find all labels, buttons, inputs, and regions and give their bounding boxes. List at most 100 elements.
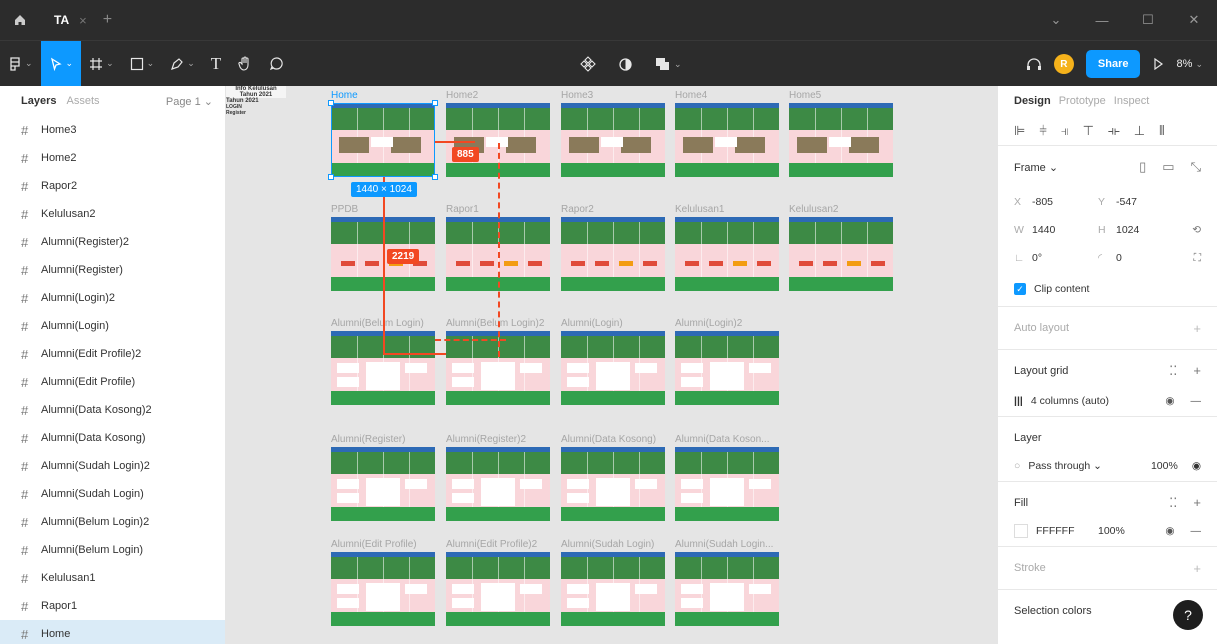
frame-label[interactable]: Home2 [446, 90, 478, 101]
align-top-icon[interactable]: ⊤ [1083, 123, 1094, 139]
frame-thumbnail[interactable] [675, 103, 779, 177]
maximize-icon[interactable]: ☐ [1125, 12, 1171, 28]
layer-item[interactable]: # Alumni(Register)2 [0, 228, 225, 256]
frame-thumbnail[interactable] [789, 103, 893, 177]
layer-item[interactable]: # Alumni(Belum Login)2 [0, 508, 225, 536]
layer-item[interactable]: # Home [0, 620, 225, 644]
layer-item[interactable]: # Alumni(Belum Login) [0, 536, 225, 564]
layer-item[interactable]: # Rapor1 [0, 592, 225, 620]
layer-item[interactable]: # Kelulusan1 [0, 564, 225, 592]
x-field[interactable]: -805 [1032, 196, 1098, 208]
align-left-icon[interactable]: ⊫ [1014, 123, 1025, 139]
fill-eye-icon[interactable]: ◉ [1165, 525, 1174, 537]
frame-label[interactable]: Alumni(Register)2 [446, 434, 526, 445]
frame-label[interactable]: Rapor2 [561, 204, 594, 215]
remove-fill-icon[interactable]: — [1191, 525, 1202, 537]
frame-thumbnail[interactable] [561, 447, 665, 521]
zoom-level[interactable]: 8% ⌄ [1176, 58, 1203, 70]
new-tab-icon[interactable]: + [97, 11, 118, 29]
comment-tool-button[interactable] [261, 41, 292, 87]
align-bottom-icon[interactable]: ⊥ [1134, 123, 1145, 139]
layer-item[interactable]: # Rapor2 [0, 172, 225, 200]
grid-styles-icon[interactable]: ⁚⁚ [1169, 363, 1177, 379]
resize-handle[interactable] [328, 100, 334, 106]
share-button[interactable]: Share [1085, 50, 1141, 78]
layer-item[interactable]: # Home3 [0, 116, 225, 144]
frame-thumbnail[interactable] [789, 217, 893, 291]
frame-label[interactable]: Alumni(Login) [561, 318, 623, 329]
canvas[interactable]: Home Home2 Home3 Home4 Home5 PPDB Rapor1 Rapor2… [226, 86, 997, 644]
constrain-proportions-icon[interactable]: ⟲ [1192, 224, 1201, 236]
frame-thumbnail[interactable] [446, 552, 550, 626]
frame-label[interactable]: Home4 [675, 90, 707, 101]
layer-item[interactable]: # Alumni(Login)2 [0, 284, 225, 312]
pen-tool-button[interactable]: ⌄ [162, 41, 203, 87]
frame-tool-button[interactable]: ⌄ [81, 41, 122, 87]
align-right-icon[interactable]: ⫣ [1061, 123, 1069, 139]
minimize-icon[interactable]: — [1079, 13, 1125, 28]
mask-icon[interactable] [618, 57, 633, 72]
radius-field[interactable]: 0 [1116, 252, 1182, 264]
eye-icon[interactable]: ◉ [1165, 395, 1174, 407]
frame-thumbnail[interactable] [675, 447, 779, 521]
hand-tool-button[interactable] [229, 41, 261, 87]
frame-thumbnail[interactable] [561, 217, 665, 291]
layer-item[interactable]: # Alumni(Edit Profile) [0, 368, 225, 396]
close-tab-icon[interactable]: × [79, 13, 87, 28]
frame-label[interactable]: Alumni(Register) [331, 434, 405, 445]
frame-label[interactable]: Home3 [561, 90, 593, 101]
blend-mode-select[interactable]: Pass through ⌄ [1028, 460, 1102, 472]
layer-item[interactable]: # Alumni(Sudah Login)2 [0, 452, 225, 480]
add-grid-icon[interactable]: + [1193, 363, 1201, 379]
file-tab[interactable]: TA × [40, 0, 97, 40]
distribute-icon[interactable]: ⦀ [1159, 123, 1165, 139]
frame-label[interactable]: Alumni(Sudah Login) [561, 539, 654, 550]
chevron-down-icon[interactable]: ⌄ [1033, 12, 1079, 28]
layer-item[interactable]: # Alumni(Data Kosong) [0, 424, 225, 452]
layer-item[interactable]: # Alumni(Sudah Login) [0, 480, 225, 508]
frame-label[interactable]: Alumni(Data Koson... [675, 434, 770, 445]
grid-value[interactable]: 4 columns (auto) [1031, 395, 1109, 407]
layer-item[interactable]: # Alumni(Edit Profile)2 [0, 340, 225, 368]
layer-item[interactable]: # Home2 [0, 144, 225, 172]
frame-thumbnail[interactable] [675, 331, 779, 405]
frame-thumbnail[interactable] [675, 552, 779, 626]
resize-to-fit-icon[interactable]: ⤡ [1191, 159, 1201, 175]
resize-handle[interactable] [432, 100, 438, 106]
close-window-icon[interactable]: ✕ [1171, 12, 1217, 28]
frame-thumbnail[interactable] [331, 552, 435, 626]
help-button[interactable]: ? [1173, 600, 1203, 630]
layer-item[interactable]: # Kelulusan2 [0, 200, 225, 228]
frame-label[interactable]: Alumni(Login)2 [675, 318, 742, 329]
home-icon[interactable] [0, 0, 40, 40]
height-field[interactable]: 1024 [1116, 224, 1182, 236]
headphones-icon[interactable] [1026, 57, 1042, 71]
frame-label[interactable]: Alumni(Edit Profile) [331, 539, 417, 550]
visibility-eye-icon[interactable]: ◉ [1192, 460, 1201, 472]
width-field[interactable]: 1440 [1032, 224, 1098, 236]
avatar[interactable]: R [1053, 54, 1074, 74]
shape-tool-button[interactable]: ⌄ [122, 41, 163, 87]
frame-thumbnail[interactable] [675, 217, 779, 291]
frame-label[interactable]: Alumni(Edit Profile)2 [446, 539, 537, 550]
fill-styles-icon[interactable]: ⁚⁚ [1169, 495, 1177, 511]
tab-design[interactable]: Design [1014, 95, 1051, 107]
frame-label[interactable]: Alumni(Belum Login) [331, 318, 424, 329]
present-play-icon[interactable] [1152, 58, 1164, 70]
y-field[interactable]: -547 [1116, 196, 1182, 208]
add-fill-icon[interactable]: + [1193, 495, 1201, 511]
layer-item[interactable]: # Alumni(Login) [0, 312, 225, 340]
frame-thumbnail[interactable] [561, 331, 665, 405]
page-selector[interactable]: Page 1 ⌄ [166, 95, 213, 108]
layer-item[interactable]: # Alumni(Register) [0, 256, 225, 284]
clip-content-checkbox[interactable]: ✓ [1014, 283, 1026, 295]
add-auto-layout-icon[interactable]: + [1193, 321, 1201, 336]
fill-color-swatch[interactable] [1014, 524, 1028, 538]
portrait-icon[interactable]: ▯ [1139, 159, 1146, 175]
frame-label[interactable]: Home [331, 90, 358, 101]
frame-label[interactable]: Alumni(Belum Login)2 [446, 318, 544, 329]
component-icon[interactable] [580, 56, 596, 72]
frame-label[interactable]: Kelulusan1 [675, 204, 724, 215]
frame-label[interactable]: PPDB [331, 204, 358, 215]
add-stroke-icon[interactable]: + [1193, 561, 1201, 576]
